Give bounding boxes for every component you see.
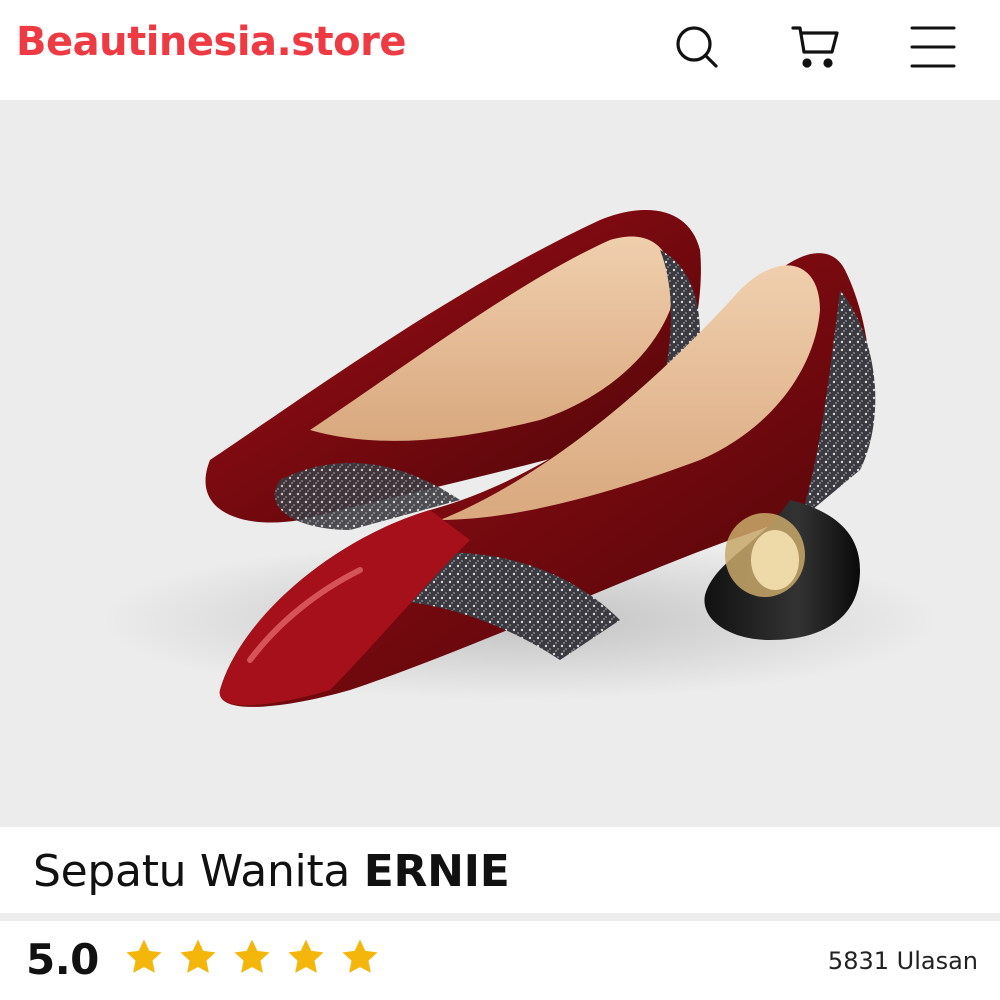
- product-title: Sepatu Wanita ERNIE: [33, 846, 510, 898]
- star-icon: [180, 939, 216, 973]
- product-title-bar: Sepatu Wanita ERNIE: [0, 827, 1000, 913]
- cart-icon[interactable]: [790, 22, 840, 72]
- menu-icon[interactable]: [908, 22, 958, 72]
- divider: [0, 913, 1000, 921]
- rating-stars: [124, 937, 380, 977]
- product-image[interactable]: [0, 100, 1000, 827]
- rating-bar: 5.0 5831 Ulasan: [0, 921, 1000, 1000]
- search-icon[interactable]: [672, 22, 722, 72]
- star-icon: [126, 939, 162, 973]
- product-name: ERNIE: [363, 846, 510, 897]
- rating-value: 5.0: [26, 935, 99, 984]
- star-icon: [288, 939, 324, 973]
- top-header: Beautinesia.store: [0, 0, 1000, 100]
- review-count-link[interactable]: 5831 Ulasan: [828, 947, 978, 975]
- brand-logo[interactable]: Beautinesia.store: [16, 18, 407, 66]
- product-title-prefix: Sepatu Wanita: [33, 846, 364, 897]
- star-icon: [234, 939, 270, 973]
- star-icon: [342, 939, 378, 973]
